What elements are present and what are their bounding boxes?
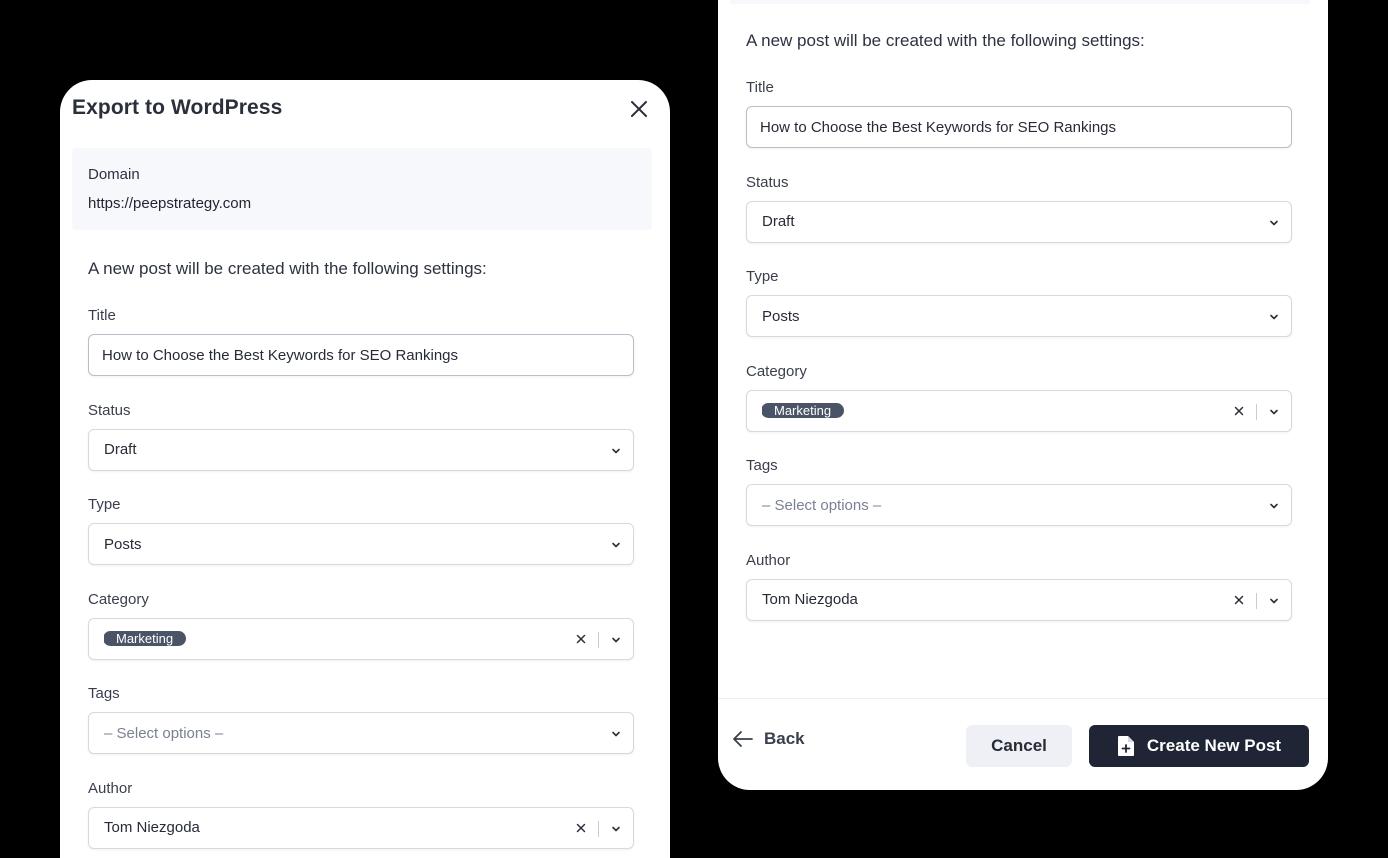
modal-title: Export to WordPress	[72, 96, 283, 119]
title-input[interactable]: How to Choose the Best Keywords for SEO …	[88, 334, 634, 376]
tags-select[interactable]: – Select options –	[746, 484, 1292, 527]
author-value: Tom Niezgoda	[104, 819, 200, 837]
author-value: Tom Niezgoda	[762, 591, 858, 609]
status-select[interactable]: Draft	[88, 428, 634, 471]
clear-icon[interactable]	[575, 633, 587, 645]
chevron-down-icon	[1270, 504, 1278, 509]
title-label: Title	[88, 307, 116, 324]
cancel-button[interactable]: Cancel	[966, 725, 1072, 767]
author-field: Author Tom Niezgoda	[88, 781, 634, 858]
category-label: Category	[88, 590, 149, 608]
create-label: Create New Post	[1146, 736, 1282, 755]
category-label: Category	[746, 362, 807, 380]
domain-box: Domain https://peepstrategy.com	[72, 148, 652, 230]
post-settings-form: A new post will be created with the foll…	[88, 260, 634, 858]
category-chip[interactable]: Marketing	[762, 402, 845, 418]
create-new-post-button[interactable]: Create New Post	[1089, 725, 1309, 767]
title-value: How to Choose the Best Keywords for SEO …	[760, 118, 1117, 136]
clear-icon[interactable]	[1233, 405, 1245, 417]
chevron-down-icon	[612, 826, 620, 832]
chevron-down-icon	[1270, 409, 1278, 415]
tags-field: Tags – Select options –	[88, 686, 634, 781]
arrow-left-icon	[733, 731, 753, 747]
category-field: Category Marketing	[88, 592, 634, 687]
category-select[interactable]: Marketing	[746, 389, 1292, 432]
post-settings-form: A new post will be created with the foll…	[746, 32, 1292, 648]
separator	[1256, 403, 1257, 420]
file-plus-icon	[1117, 736, 1134, 756]
tags-field: Tags – Select options –	[746, 458, 1292, 553]
clear-icon[interactable]	[1233, 594, 1245, 606]
close-icon[interactable]	[628, 98, 650, 120]
domain-value: https://peepstrategy.com	[88, 195, 252, 212]
author-field: Author Tom Niezgoda	[746, 553, 1292, 648]
type-select[interactable]: Posts	[88, 523, 634, 566]
tags-label: Tags	[746, 457, 778, 475]
clear-icon[interactable]	[575, 822, 587, 834]
status-value: Draft	[104, 441, 137, 459]
author-select[interactable]: Tom Niezgoda	[746, 578, 1292, 621]
tags-label: Tags	[88, 685, 120, 703]
separator	[1256, 592, 1257, 609]
type-value: Posts	[104, 535, 142, 553]
author-label: Author	[746, 551, 791, 569]
status-field: Status Draft	[746, 175, 1292, 270]
author-label: Author	[88, 779, 133, 797]
title-value: How to Choose the Best Keywords for SEO …	[102, 346, 459, 364]
category-chip[interactable]: Marketing	[104, 630, 187, 646]
status-field: Status Draft	[88, 403, 634, 498]
type-field: Type Posts	[88, 497, 634, 592]
type-label: Type	[746, 268, 779, 286]
tags-select[interactable]: – Select options –	[88, 712, 634, 755]
back-button[interactable]: Back	[732, 729, 805, 749]
chevron-down-icon	[1270, 598, 1278, 604]
author-select[interactable]: Tom Niezgoda	[88, 806, 634, 849]
status-label: Status	[88, 401, 131, 419]
chevron-down-icon	[1270, 314, 1278, 320]
intro-text: A new post will be created with the foll…	[746, 31, 1145, 50]
chevron-down-icon	[612, 448, 620, 453]
chevron-down-icon	[612, 542, 620, 548]
chevron-down-icon	[1270, 220, 1278, 225]
title-label: Title	[746, 79, 774, 96]
domain-box-edge	[730, 0, 1310, 4]
category-field: Category Marketing	[746, 364, 1292, 459]
tags-placeholder: – Select options –	[104, 724, 224, 742]
chevron-down-icon	[612, 637, 620, 643]
separator	[598, 820, 599, 837]
type-label: Type	[88, 496, 121, 514]
domain-label: Domain	[88, 166, 140, 183]
status-select[interactable]: Draft	[746, 200, 1292, 243]
separator	[598, 631, 599, 648]
title-input[interactable]: How to Choose the Best Keywords for SEO …	[746, 106, 1292, 148]
tags-placeholder: – Select options –	[762, 496, 882, 514]
category-select[interactable]: Marketing	[88, 617, 634, 660]
export-modal-top: Export to WordPress Domain https://peeps…	[60, 80, 670, 858]
type-select[interactable]: Posts	[746, 295, 1292, 338]
title-field: Title How to Choose the Best Keywords fo…	[746, 80, 1292, 175]
type-value: Posts	[762, 307, 800, 325]
chevron-down-icon	[612, 732, 620, 737]
type-field: Type Posts	[746, 269, 1292, 364]
status-value: Draft	[762, 213, 795, 231]
title-field: Title How to Choose the Best Keywords fo…	[88, 308, 634, 403]
status-label: Status	[746, 173, 789, 191]
modal-footer: Back Cancel Create New Post	[718, 698, 1328, 790]
back-label: Back	[764, 729, 805, 748]
export-modal-bottom: A new post will be created with the foll…	[718, 0, 1328, 790]
intro-text: A new post will be created with the foll…	[88, 259, 487, 278]
